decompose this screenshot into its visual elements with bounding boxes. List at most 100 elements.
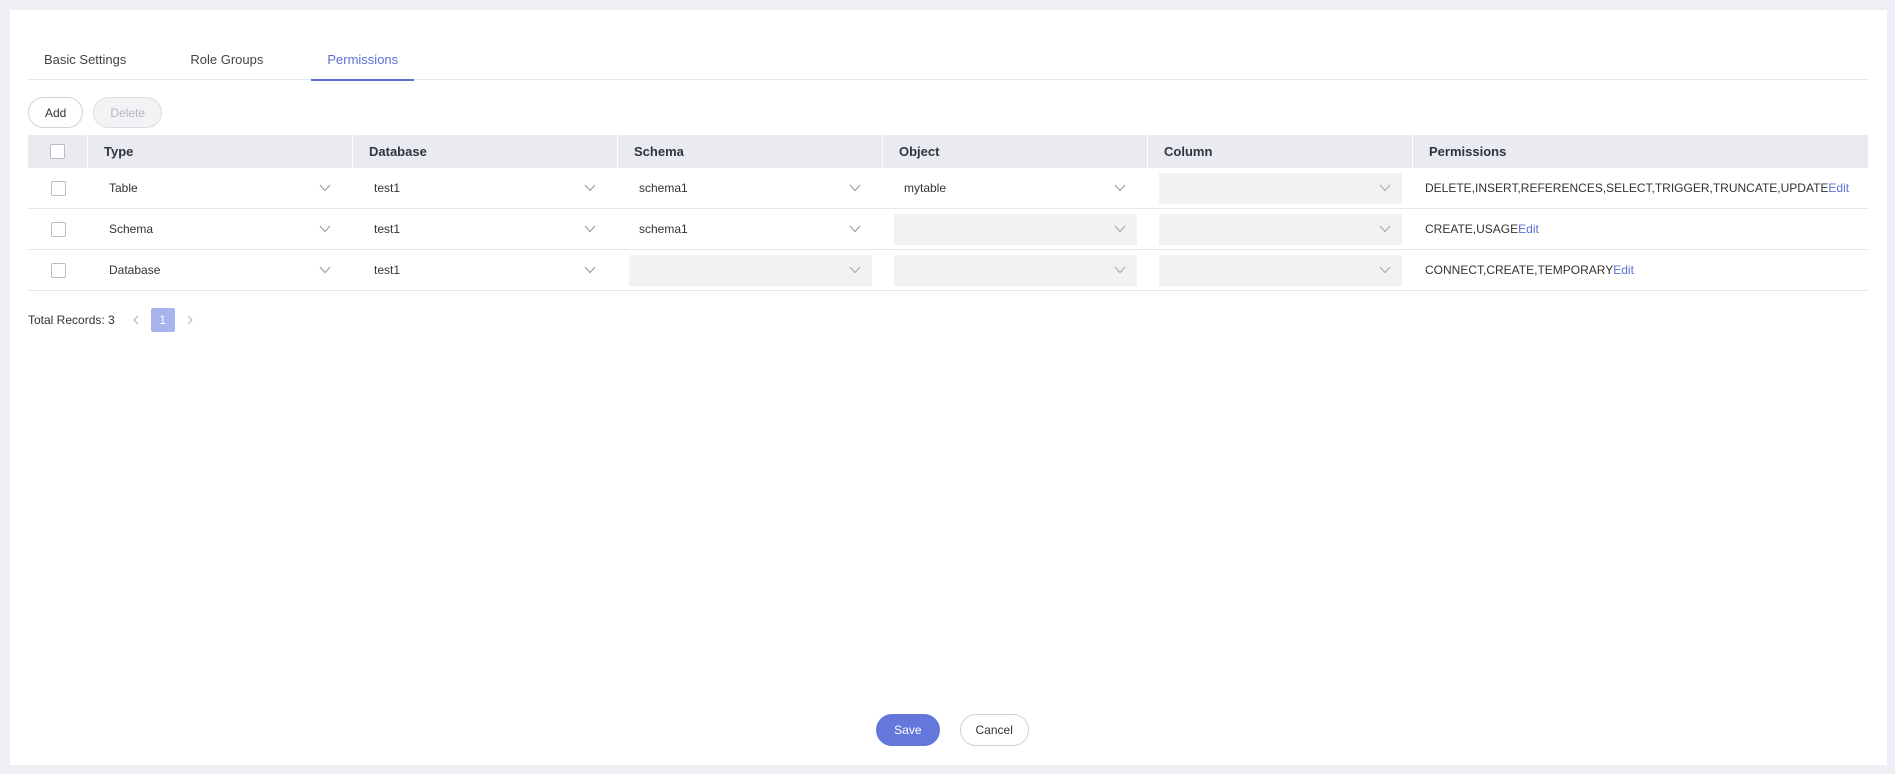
chevron-down-icon	[1113, 222, 1127, 236]
schema-select[interactable]: schema1	[629, 214, 872, 245]
header-schema: Schema	[618, 135, 883, 168]
chevron-down-icon	[1378, 222, 1392, 236]
pagination: Total Records: 3 1	[28, 308, 203, 332]
object-select-value: mytable	[904, 181, 947, 195]
type-select[interactable]: Database	[99, 255, 342, 286]
chevron-right-icon[interactable]	[177, 308, 203, 332]
edit-permissions-link[interactable]: Edit	[1828, 181, 1849, 195]
form-actions: Save Cancel	[10, 714, 1887, 746]
schema-select-value: schema1	[639, 222, 688, 236]
type-cell: Table	[88, 168, 353, 209]
cancel-button[interactable]: Cancel	[959, 714, 1029, 746]
chevron-down-icon	[848, 263, 862, 277]
toolbar: Add Delete	[28, 97, 163, 128]
chevron-down-icon	[1378, 263, 1392, 277]
column-select[interactable]	[1159, 213, 1402, 245]
chevron-left-icon[interactable]	[123, 308, 149, 332]
permissions-cell: CONNECT,CREATE,TEMPORARYEdit	[1413, 250, 1868, 291]
chevron-down-icon	[583, 181, 597, 195]
type-select-value: Table	[109, 181, 138, 195]
row-checkbox[interactable]	[50, 221, 66, 237]
schema-select[interactable]	[629, 254, 872, 286]
row-select-cell	[28, 209, 88, 250]
type-select-value: Database	[109, 263, 161, 277]
header-permissions: Permissions	[1429, 144, 1507, 159]
tab-basic-settings[interactable]: Basic Settings	[28, 38, 142, 80]
object-select[interactable]	[894, 254, 1137, 286]
header-object: Object	[883, 135, 1148, 168]
column-select[interactable]	[1159, 172, 1402, 204]
column-cell	[1148, 209, 1413, 250]
schema-cell	[618, 250, 883, 291]
object-cell	[883, 209, 1148, 250]
header-type: Type	[88, 135, 353, 168]
table-row: Database test1 CONNECT,CREATE,TEMPORARYE…	[28, 250, 1868, 291]
select-all-checkbox[interactable]	[50, 144, 65, 159]
database-select[interactable]: test1	[364, 214, 607, 245]
table-row: Table test1 schema1 mytable DELETE,INSER…	[28, 168, 1868, 209]
delete-button[interactable]: Delete	[93, 97, 163, 128]
type-select-value: Schema	[109, 222, 154, 236]
type-select[interactable]: Table	[99, 173, 342, 204]
permissions-value: DELETE,INSERT,REFERENCES,SELECT,TRIGGER,…	[1424, 181, 1849, 195]
schema-select[interactable]: schema1	[629, 173, 872, 204]
database-select-value: test1	[374, 222, 401, 236]
tab-bar: Basic Settings Role Groups Permissions	[28, 38, 1868, 81]
permissions-list: DELETE,INSERT,REFERENCES,SELECT,TRIGGER,…	[1425, 181, 1829, 195]
permissions-list: CREATE,USAGE	[1425, 222, 1519, 236]
chevron-down-icon	[1113, 263, 1127, 277]
edit-permissions-link[interactable]: Edit	[1518, 222, 1539, 236]
database-select[interactable]: test1	[364, 173, 607, 204]
database-select-value: test1	[374, 181, 401, 195]
database-cell: test1	[353, 168, 618, 209]
header-column: Column	[1148, 135, 1413, 168]
type-select[interactable]: Schema	[99, 214, 342, 245]
table-row: Schema test1 schema1 CREATE,USAGEEdit	[28, 209, 1868, 250]
column-select[interactable]	[1159, 254, 1402, 286]
row-select-cell	[28, 168, 88, 209]
database-select[interactable]: test1	[364, 255, 607, 286]
schema-cell: schema1	[618, 209, 883, 250]
row-checkbox[interactable]	[50, 262, 66, 278]
database-cell: test1	[353, 250, 618, 291]
page-button-current[interactable]: 1	[150, 308, 175, 332]
edit-permissions-link[interactable]: Edit	[1613, 263, 1634, 277]
header-select-all-cell	[28, 135, 88, 168]
permissions-list: CONNECT,CREATE,TEMPORARY	[1425, 263, 1614, 277]
type-cell: Database	[88, 250, 353, 291]
chevron-down-icon	[583, 263, 597, 277]
chevron-down-icon	[583, 222, 597, 236]
row-checkbox[interactable]	[50, 180, 66, 196]
table-header: Type Database Schema Object Column Permi…	[28, 135, 1868, 168]
chevron-down-icon	[848, 181, 862, 195]
chevron-down-icon	[848, 222, 862, 236]
chevron-down-icon	[1113, 181, 1127, 195]
object-cell	[883, 250, 1148, 291]
type-cell: Schema	[88, 209, 353, 250]
header-database: Database	[353, 135, 618, 168]
total-records-label: Total Records: 3	[28, 313, 115, 327]
chevron-down-icon	[318, 222, 332, 236]
save-button[interactable]: Save	[876, 714, 940, 746]
chevron-down-icon	[318, 263, 332, 277]
permissions-value: CREATE,USAGEEdit	[1424, 222, 1539, 236]
chevron-down-icon	[318, 181, 332, 195]
permissions-value: CONNECT,CREATE,TEMPORARYEdit	[1424, 263, 1634, 277]
database-select-value: test1	[374, 263, 401, 277]
tab-permissions[interactable]: Permissions	[311, 38, 414, 81]
schema-cell: schema1	[618, 168, 883, 209]
column-cell	[1148, 168, 1413, 209]
permissions-cell: DELETE,INSERT,REFERENCES,SELECT,TRIGGER,…	[1413, 168, 1868, 209]
object-select[interactable]: mytable	[894, 173, 1137, 204]
database-cell: test1	[353, 209, 618, 250]
add-button[interactable]: Add	[28, 97, 84, 128]
permissions-panel: Basic Settings Role Groups Permissions A…	[10, 10, 1887, 765]
chevron-down-icon	[1378, 181, 1392, 195]
column-cell	[1148, 250, 1413, 291]
permissions-cell: CREATE,USAGEEdit	[1413, 209, 1868, 250]
row-select-cell	[28, 250, 88, 291]
tab-role-groups[interactable]: Role Groups	[174, 38, 279, 80]
object-select[interactable]	[894, 213, 1137, 245]
schema-select-value: schema1	[639, 181, 688, 195]
object-cell: mytable	[883, 168, 1148, 209]
